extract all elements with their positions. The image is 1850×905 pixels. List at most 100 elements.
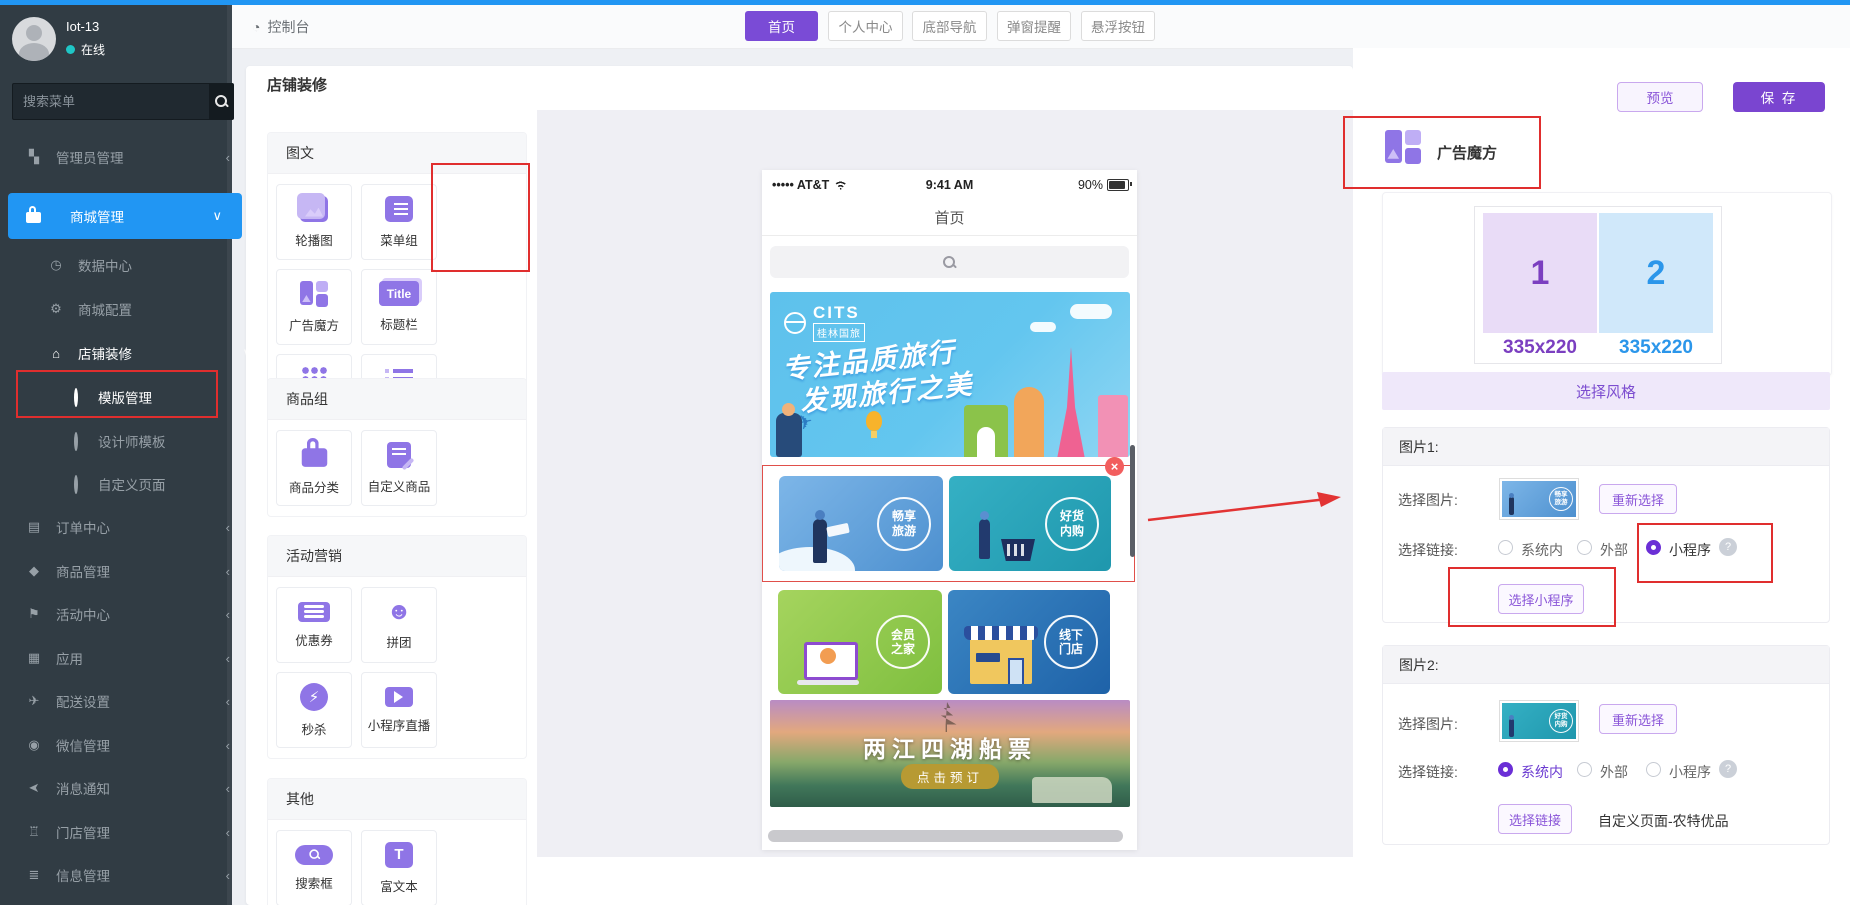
preview-button[interactable]: 预览 (1617, 82, 1703, 112)
inspector-title: 广告魔方 (1437, 142, 1497, 163)
choose-style-button[interactable]: 选择风格 (1382, 372, 1830, 410)
flag-icon: ⚑ (26, 606, 42, 622)
tab-float-button[interactable]: 悬浮按钮 (1081, 11, 1155, 41)
slot-1[interactable]: 1 (1483, 213, 1597, 333)
component-menu-group[interactable]: 菜单组 (361, 184, 437, 260)
component-rich-text[interactable]: T 富文本 (361, 830, 437, 905)
rechoose-button[interactable]: 重新选择 (1599, 484, 1677, 514)
palette-group-title: 其他 (268, 779, 526, 820)
sidebar-item-mall-config[interactable]: ⚙ 商城配置 (0, 289, 280, 329)
chevron-left-icon: ‹ (226, 150, 230, 165)
radio-external-label[interactable]: 外部 (1600, 762, 1628, 782)
sidebar-item-mall[interactable]: 商城管理 ∨ (8, 193, 242, 239)
ad-label: 线下门店 (1044, 615, 1098, 669)
search-input[interactable] (12, 83, 209, 120)
radio-system[interactable] (1498, 762, 1513, 777)
chevron-left-icon: ‹ (226, 520, 230, 535)
radio-external[interactable] (1577, 762, 1592, 777)
radio-miniprogram-label[interactable]: 小程序 (1669, 762, 1711, 782)
custom-doc-icon (387, 442, 411, 468)
user-name: Iot-13 (66, 19, 99, 34)
slot-1-size: 335x220 (1483, 337, 1597, 359)
person-shape (1509, 719, 1514, 737)
component-title-bar[interactable]: Title 标题栏 (361, 269, 437, 345)
component-search-box[interactable]: 搜索框 (276, 830, 352, 905)
person-shape (813, 519, 827, 563)
component-carousel[interactable]: 轮播图 (276, 184, 352, 260)
person-icon: ☻ (386, 600, 411, 624)
chevron-left-icon: ‹ (226, 694, 230, 709)
phone-preview: ••••• AT&T 9:41 AM 90% 首页 CITS 桂林国旅 (762, 170, 1137, 850)
shop-decoration-builder: Iot-13 在线 ▚ 管理员管理 ‹ 商城管理 ∨ ◷ 数据中心 ⚙ 商城配置 (0, 0, 1850, 905)
component-ad-cube[interactable]: 广告魔方 (276, 269, 352, 345)
help-icon[interactable]: ? (1719, 538, 1737, 556)
breadcrumb[interactable]: ◔ 控制台 (252, 17, 309, 37)
ad-cube-card-member[interactable]: 会员之家 (778, 590, 942, 694)
chevron-left-icon: ‹ (226, 651, 230, 666)
ad-cube-block-selected[interactable]: × 畅享旅游 好货内购 (762, 465, 1135, 582)
ad-cube-card-offline-store[interactable]: 线下门店 (948, 590, 1110, 694)
sidebar-item-order-center[interactable]: ▤ 订单中心 ‹ (0, 507, 258, 547)
carousel-banner[interactable]: CITS 桂林国旅 专注品质旅行 发现旅行之美 ✈ (770, 292, 1130, 457)
newspaper-icon: ≣ (26, 867, 42, 883)
sidebar-item-wechat-management[interactable]: ◉ 微信管理 ‹ (0, 725, 258, 765)
sidebar-item-data-center[interactable]: ◷ 数据中心 (0, 245, 280, 285)
choose-miniprogram-button[interactable]: 选择小程序 (1498, 584, 1584, 614)
component-product-category[interactable]: 商品分类 (276, 430, 352, 506)
horizontal-scrollbar[interactable] (768, 830, 1123, 842)
vertical-scrollbar[interactable] (1130, 445, 1135, 557)
radio-external[interactable] (1577, 540, 1592, 555)
cloud-shape (1030, 322, 1056, 332)
sidebar-item-shop-decoration[interactable]: ⌂ 店铺装修 ∨ (0, 333, 280, 373)
rechoose-button[interactable]: 重新选择 (1599, 704, 1677, 734)
lightning-icon: ⚡ (300, 683, 328, 711)
tab-popup-reminder[interactable]: 弹窗提醒 (997, 11, 1071, 41)
avatar[interactable] (12, 17, 56, 61)
sidebar-item-delivery-settings[interactable]: ✈ 配送设置 ‹ (0, 681, 258, 721)
component-coupon[interactable]: 优惠券 (276, 587, 352, 663)
bank-icon: ♖ (26, 824, 42, 840)
tab-personal-center[interactable]: 个人中心 (828, 11, 903, 41)
radio-external-label[interactable]: 外部 (1600, 540, 1628, 560)
slot-2[interactable]: 2 (1599, 213, 1713, 333)
component-group-buy[interactable]: ☻ 拼团 (361, 587, 437, 663)
sidebar-item-apps[interactable]: ▦ 应用 ‹ (0, 638, 258, 678)
sidebar-item-product-management[interactable]: ◆ 商品管理 ‹ (0, 551, 258, 591)
help-icon[interactable]: ? (1719, 760, 1737, 778)
shop-icon: ⌂ (48, 346, 64, 361)
tab-home[interactable]: 首页 (745, 11, 818, 41)
sidebar-item-admin[interactable]: ▚ 管理员管理 ‹ (0, 137, 258, 177)
save-button[interactable]: 保 存 (1733, 82, 1825, 112)
tab-bottom-nav[interactable]: 底部导航 (912, 11, 987, 41)
eiffel-tower-shape (1054, 347, 1088, 457)
radio-miniprogram[interactable] (1646, 762, 1661, 777)
radio-miniprogram[interactable] (1646, 540, 1661, 555)
phone-search-bar[interactable] (770, 246, 1129, 278)
sidebar-item-info-management[interactable]: ≣ 信息管理 ‹ (0, 855, 258, 895)
component-miniprogram-live[interactable]: 小程序直播 (361, 672, 437, 748)
radio-system-label[interactable]: 系统内 (1521, 540, 1563, 560)
radio-system[interactable] (1498, 540, 1513, 555)
radio-system-label[interactable]: 系统内 (1521, 762, 1563, 782)
image1-thumbnail[interactable]: 畅享旅游 (1499, 478, 1579, 520)
online-dot-icon (66, 45, 75, 54)
close-icon[interactable]: × (1105, 457, 1124, 476)
sidebar-item-store-management[interactable]: ♖ 门店管理 ‹ (0, 812, 258, 852)
ad-cube-card-goods[interactable]: 好货内购 (949, 476, 1111, 571)
user-status: 在线 (66, 41, 105, 58)
carousel-icon (300, 196, 328, 222)
sidebar-item-activity-center[interactable]: ⚑ 活动中心 ‹ (0, 594, 258, 634)
dome-shape (1014, 387, 1044, 457)
radio-miniprogram-label[interactable]: 小程序 (1669, 540, 1711, 560)
ticket-banner[interactable]: 两江四湖船票 点击预订 (770, 700, 1130, 807)
image2-thumbnail[interactable]: 好货内购 (1499, 700, 1579, 742)
choose-link-button[interactable]: 选择链接 (1498, 804, 1572, 834)
chat-bubbles-icon: ◉ (26, 737, 42, 753)
ad-cube-card-travel[interactable]: 畅享旅游 (779, 476, 943, 571)
component-flash-sale[interactable]: ⚡ 秒杀 (276, 672, 352, 748)
ad-cube-icon (1385, 130, 1421, 164)
search-button[interactable] (209, 83, 234, 120)
component-custom-product[interactable]: 自定义商品 (361, 430, 437, 506)
book-now-button[interactable]: 点击预订 (901, 764, 999, 789)
sidebar-item-message-notify[interactable]: ➤ 消息通知 ‹ (0, 768, 258, 808)
